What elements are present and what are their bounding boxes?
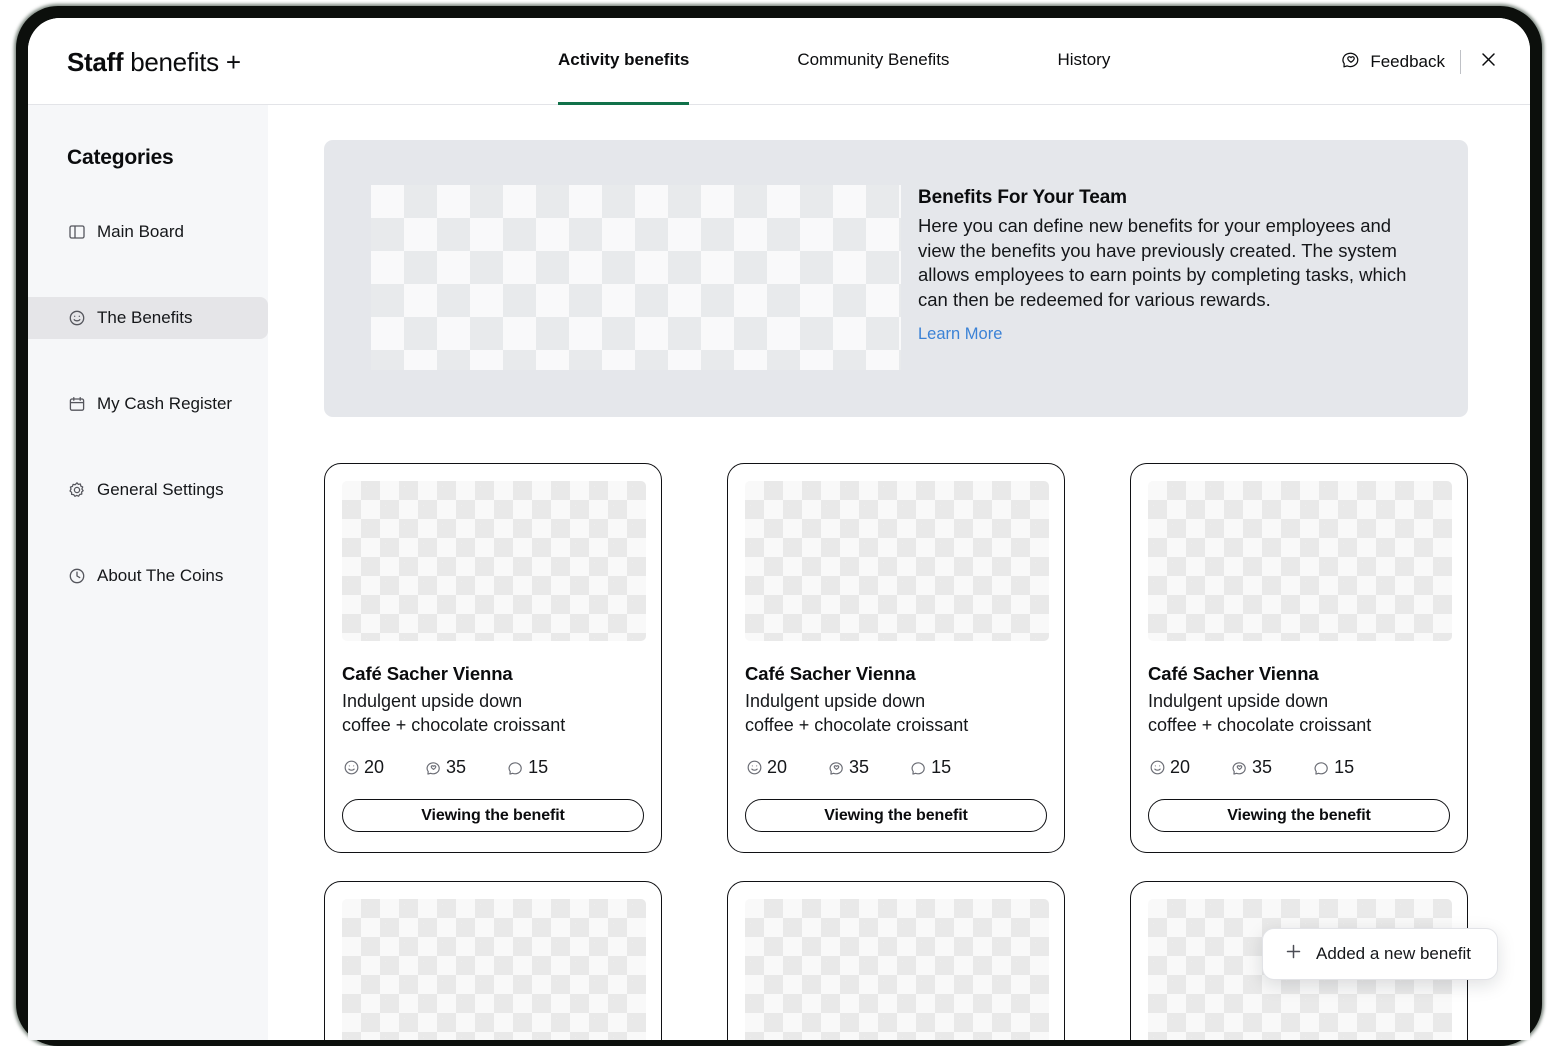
learn-more-link[interactable]: Learn More (918, 325, 1002, 344)
close-button[interactable] (1476, 50, 1500, 74)
add-benefit-label: Added a new benefit (1315, 944, 1471, 963)
heart-bubble-icon (1230, 759, 1248, 777)
comment-bubble-icon (909, 759, 927, 777)
sidebar-item-label: My Cash Register (97, 394, 233, 413)
card-title: Café Sacher Vienna (342, 663, 513, 684)
sidebar-item-label: About The Coins (97, 566, 224, 585)
smiley-icon (67, 309, 86, 328)
stat-comments: 15 (506, 757, 548, 778)
card-description: Indulgent upside down coffee + chocolate … (1148, 691, 1372, 735)
banner-body-text: Here you can define new benefits for you… (918, 215, 1407, 310)
stat-value: 20 (364, 757, 385, 777)
view-benefit-button[interactable]: Viewing the benefit (1148, 799, 1450, 832)
clock-icon (67, 567, 86, 586)
card-title: Café Sacher Vienna (1148, 663, 1319, 684)
add-new-benefit-button[interactable]: Added a new benefit (1261, 928, 1498, 980)
card-image-placeholder (342, 481, 646, 641)
tab-community-benefits[interactable]: Community Benefits (797, 18, 949, 105)
stat-likes: 35 (827, 757, 869, 778)
brand-strong-text: Staff (67, 47, 124, 77)
sidebar-item-label: The Benefits (97, 308, 193, 327)
card-title: Café Sacher Vienna (745, 663, 916, 684)
brand-plus-text: + (225, 47, 241, 77)
card-image-placeholder (745, 899, 1049, 1040)
stat-value: 35 (849, 757, 870, 777)
sidebar-item-label: General Settings (97, 480, 224, 499)
stat-value: 35 (1252, 757, 1273, 777)
app-header: Staff benefits + Activity benefits Commu… (28, 18, 1530, 105)
comment-bubble-icon (1312, 759, 1330, 777)
stat-value: 20 (767, 757, 788, 777)
banner-text-block: Benefits For Your Team Here you can defi… (918, 187, 1428, 344)
close-icon (1479, 50, 1498, 74)
sidebar-item-label: Main Board (97, 222, 184, 241)
card-description: Indulgent upside down coffee + chocolate … (342, 691, 566, 735)
sidebar: Categories Main Board The Benefits My Ca… (28, 105, 268, 1040)
benefit-card[interactable]: Café Sacher Vienna Indulgent upside down… (727, 463, 1065, 853)
card-stats: 20 35 15 (1148, 757, 1450, 778)
stat-comments: 15 (1312, 757, 1354, 778)
sidebar-nav: Main Board The Benefits My Cash Register… (28, 211, 268, 641)
chat-heart-icon (1341, 49, 1361, 74)
panel-layout-icon (67, 223, 86, 242)
stat-reactions: 20 (342, 757, 384, 778)
sidebar-item-main-board[interactable]: Main Board (28, 211, 268, 253)
application-window: Staff benefits + Activity benefits Commu… (28, 18, 1530, 1040)
main-content: Benefits For Your Team Here you can defi… (268, 105, 1530, 1040)
app-body: Categories Main Board The Benefits My Ca… (28, 105, 1530, 1040)
stat-value: 20 (1170, 757, 1191, 777)
brand-light-text: benefits (123, 47, 219, 77)
card-stats: 20 35 15 (342, 757, 644, 778)
heart-bubble-icon (827, 759, 845, 777)
sidebar-item-my-cash-register[interactable]: My Cash Register (28, 383, 268, 425)
app-brand: Staff benefits + (67, 47, 241, 78)
stat-reactions: 20 (745, 757, 787, 778)
view-benefit-button[interactable]: Viewing the benefit (745, 799, 1047, 832)
info-banner: Benefits For Your Team Here you can defi… (324, 140, 1468, 417)
stat-likes: 35 (1230, 757, 1272, 778)
sidebar-item-general-settings[interactable]: General Settings (28, 469, 268, 511)
smiley-icon (745, 759, 763, 777)
header-actions: Feedback (1341, 49, 1500, 74)
card-image-placeholder (342, 899, 646, 1040)
feedback-button[interactable]: Feedback (1341, 49, 1445, 74)
benefit-card[interactable]: Café Sacher Vienna Indulgent upside down… (1130, 463, 1468, 853)
app-frame: Staff benefits + Activity benefits Commu… (0, 0, 1558, 1046)
header-tabs: Activity benefits Community Benefits His… (558, 18, 1110, 105)
smiley-icon (1148, 759, 1166, 777)
stat-value: 15 (931, 757, 952, 777)
gear-icon (67, 481, 86, 500)
sidebar-item-about-the-coins[interactable]: About The Coins (28, 555, 268, 597)
benefit-card[interactable] (727, 881, 1065, 1040)
card-stats: 20 35 15 (745, 757, 1047, 778)
calendar-icon (67, 395, 86, 414)
plus-icon (1284, 942, 1303, 966)
card-description: Indulgent upside down coffee + chocolate … (745, 691, 969, 735)
benefit-card[interactable]: Café Sacher Vienna Indulgent upside down… (324, 463, 662, 853)
sidebar-item-the-benefits[interactable]: The Benefits (28, 297, 268, 339)
heart-bubble-icon (424, 759, 442, 777)
smiley-icon (342, 759, 360, 777)
stat-likes: 35 (424, 757, 466, 778)
card-image-placeholder (1148, 481, 1452, 641)
tab-history[interactable]: History (1057, 18, 1110, 105)
stat-value: 15 (528, 757, 549, 777)
tab-activity-benefits[interactable]: Activity benefits (558, 18, 690, 105)
sidebar-title: Categories (67, 146, 174, 169)
stat-value: 35 (446, 757, 467, 777)
benefit-card[interactable] (324, 881, 662, 1040)
stat-reactions: 20 (1148, 757, 1190, 778)
comment-bubble-icon (506, 759, 524, 777)
card-image-placeholder (745, 481, 1049, 641)
banner-image-placeholder (371, 185, 901, 370)
header-divider (1460, 49, 1461, 74)
stat-comments: 15 (909, 757, 951, 778)
view-benefit-button[interactable]: Viewing the benefit (342, 799, 644, 832)
banner-heading: Benefits For Your Team (918, 187, 1127, 208)
feedback-label: Feedback (1370, 51, 1445, 71)
stat-value: 15 (1334, 757, 1355, 777)
